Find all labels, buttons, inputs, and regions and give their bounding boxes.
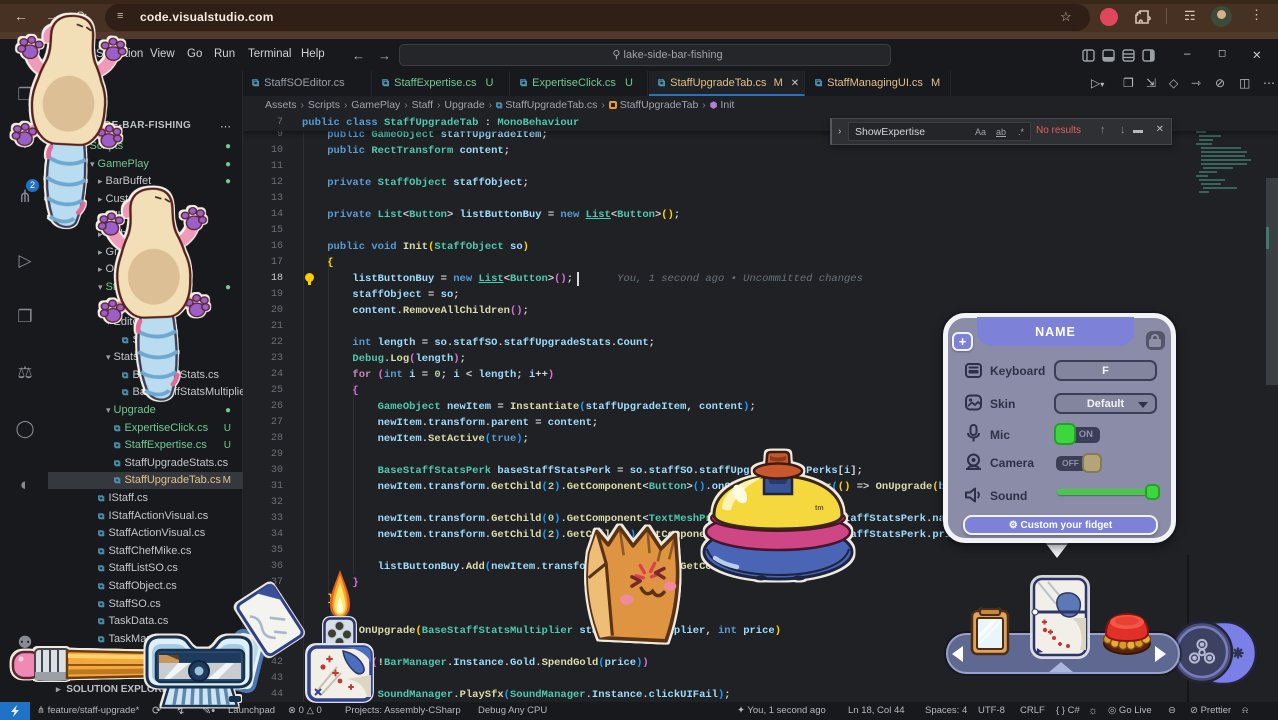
svg-text:tm: tm (815, 505, 824, 512)
